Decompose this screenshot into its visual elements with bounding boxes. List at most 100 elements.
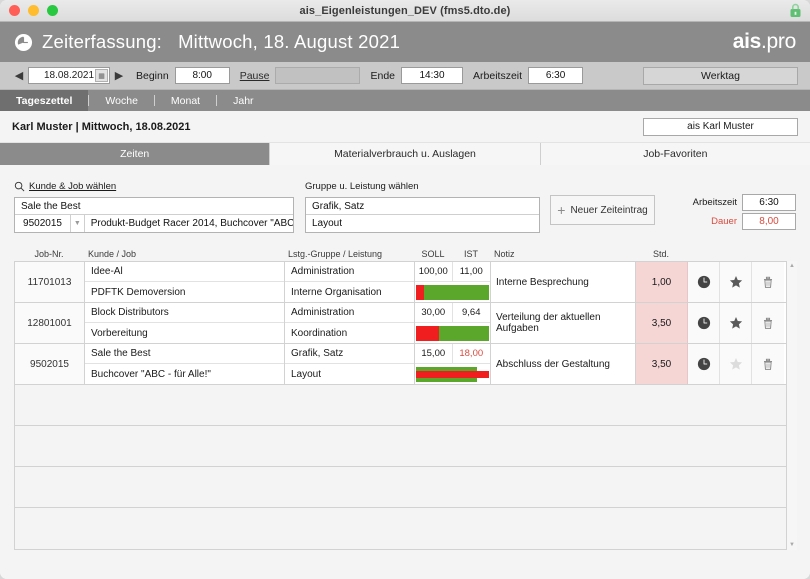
row-delete-button[interactable] [752,262,784,302]
row-clock-button[interactable] [688,344,720,384]
beginn-input[interactable]: 8:00 [174,67,230,84]
job-number-field[interactable]: 9502015 [15,215,72,232]
table-row[interactable]: 9502015 Sale the Best Buchcover "ABC - für… [15,344,795,385]
row-favorite-button[interactable] [720,262,752,302]
tab-woche[interactable]: Woche [89,90,154,111]
cell-notiz[interactable]: Verteilung der aktuellen Aufgaben [491,303,636,343]
trash-icon[interactable] [761,275,775,289]
cell-leistung: Koordination [291,327,348,339]
table-empty-row[interactable] [15,508,795,549]
header-ist: IST [463,249,478,259]
date-input[interactable]: 18.08.2021 ▦ [28,67,110,84]
time-entries-table: Job-Nr. Kunde / Job Lstg.-Gruppe / Leist… [14,246,797,550]
progress-bar [415,364,490,384]
job-field-row: 9502015 ▼ Produkt-Budget Racer 2014, Buc… [15,215,293,232]
prev-day-button[interactable]: ◀ [12,69,26,82]
calendar-icon[interactable]: ▦ [95,69,108,82]
cell-lstg-gruppe: Grafik, Satz [285,344,414,364]
user-bar: Karl Muster | Mittwoch, 18.08.2021 ais K… [0,111,810,143]
tab-job-favoriten[interactable]: Job-Favoriten [540,143,810,165]
pause-input[interactable] [275,67,361,84]
cell-notiz[interactable]: Interne Besprechung [491,262,636,302]
table-header-row: Job-Nr. Kunde / Job Lstg.-Gruppe / Leist… [14,246,796,261]
leistung-field[interactable]: Layout [306,215,539,232]
cell-notiz[interactable]: Abschluss der Gestaltung [491,344,636,384]
row-delete-button[interactable] [752,303,784,343]
clock-icon[interactable] [697,316,711,330]
cell-lstg-gruppe-leistung: Administration Interne Organisation [285,262,415,302]
row-delete-button[interactable] [752,344,784,384]
tab-materialverbrauch[interactable]: Materialverbrauch u. Auslagen [270,143,541,165]
row-favorite-button[interactable] [720,303,752,343]
row-favorite-button[interactable] [720,344,752,384]
ende-input[interactable]: 14:30 [401,67,464,84]
table-empty-row[interactable] [15,385,795,426]
cell-kunde-job: Block Distributors Vorbereitung [85,303,285,343]
search-icon[interactable] [14,181,25,192]
table-scrollbar[interactable]: ▲ ▼ [786,261,797,550]
total-arbeitszeit-row: Arbeitszeit 6:30 [685,194,796,211]
scroll-down-icon[interactable]: ▼ [789,542,795,548]
pause-label[interactable]: Pause [240,70,270,82]
kunde-job-label[interactable]: Kunde & Job wählen [29,181,116,192]
cell-std: 3,50 [636,303,688,343]
cell-leistung: Layout [291,368,322,380]
clock-icon[interactable] [697,275,711,289]
brand-logo-rest: .pro [761,30,796,53]
cell-ist: 11,00 [459,266,483,277]
total-dauer-value: 8,00 [742,213,796,230]
row-clock-button[interactable] [688,303,720,343]
cell-soll: 15,00 [415,344,453,363]
table-empty-row[interactable] [15,426,795,467]
gruppe-field[interactable]: Grafik, Satz [306,198,539,215]
cell-soll: 30,00 [415,303,453,322]
gruppe-leistung-label: Gruppe u. Leistung wählen [305,180,419,192]
star-icon[interactable] [729,316,743,330]
ende-label: Ende [370,69,396,82]
tab-monat[interactable]: Monat [155,90,216,111]
trash-icon[interactable] [761,316,775,330]
new-time-entry-button[interactable]: + Neuer Zeiteintrag [550,195,655,225]
padlock-icon[interactable] [789,3,802,18]
cell-job: Buchcover "ABC - für Alle!" [91,368,211,380]
header-soll: SOLL [421,249,445,259]
progress-bar [415,323,490,343]
cell-job: Vorbereitung [91,327,148,339]
gruppe-leistung-header: Gruppe u. Leistung wählen [305,179,540,193]
tab-zeiten[interactable]: Zeiten [0,143,271,165]
customer-field[interactable]: Sale the Best [15,198,293,215]
table-empty-row[interactable] [15,467,795,508]
next-day-button[interactable]: ▶ [112,69,126,82]
trash-icon[interactable] [761,357,775,371]
progress-bar [415,282,490,302]
zeiten-panel: Kunde & Job wählen Sale the Best 9502015… [0,165,810,579]
cell-kunde: Sale the Best [85,344,284,364]
cell-job-nr: 12801001 [15,303,85,343]
brand-logo-bold: ais [732,30,762,53]
page-title-label: Zeiterfassung: [42,31,163,52]
scroll-up-icon[interactable]: ▲ [789,263,795,269]
current-user-label: Karl Muster | Mittwoch, 18.08.2021 [12,120,191,133]
beginn-label: Beginn [136,69,169,82]
table-row[interactable]: 11701013 Idee-Al PDFTK Demoversion Administ… [15,262,795,303]
cell-kunde-job: Idee-Al PDFTK Demoversion [85,262,285,302]
star-icon[interactable] [729,275,743,289]
total-arbeitszeit-value: 6:30 [742,194,796,211]
row-clock-button[interactable] [688,262,720,302]
cell-lstg-gruppe: Administration [285,262,414,282]
total-arbeitszeit-label: Arbeitszeit [692,197,737,208]
account-button[interactable]: ais Karl Muster [643,117,798,136]
tab-jahr[interactable]: Jahr [217,90,269,111]
new-time-entry-label: Neuer Zeiteintrag [570,204,648,216]
job-description-field[interactable]: Produkt-Budget Racer 2014, Buchcover "AB… [85,218,293,229]
tab-tageszettel[interactable]: Tageszettel [0,90,89,111]
chevron-down-icon[interactable]: ▼ [71,215,85,232]
daytype-button[interactable]: Werktag [643,66,798,85]
cell-kunde: Block Distributors [85,303,284,323]
clock-icon[interactable] [697,357,711,371]
section-tabs: Zeiten Materialverbrauch u. Auslagen Job… [0,143,810,165]
star-icon[interactable] [729,357,743,371]
table-row[interactable]: 12801001 Block Distributors Vorbereitung Ad… [15,303,795,344]
window-title: ais_Eigenleistungen_DEV (fms5.dto.de) [299,4,511,17]
kunde-job-header: Kunde & Job wählen [14,179,294,193]
